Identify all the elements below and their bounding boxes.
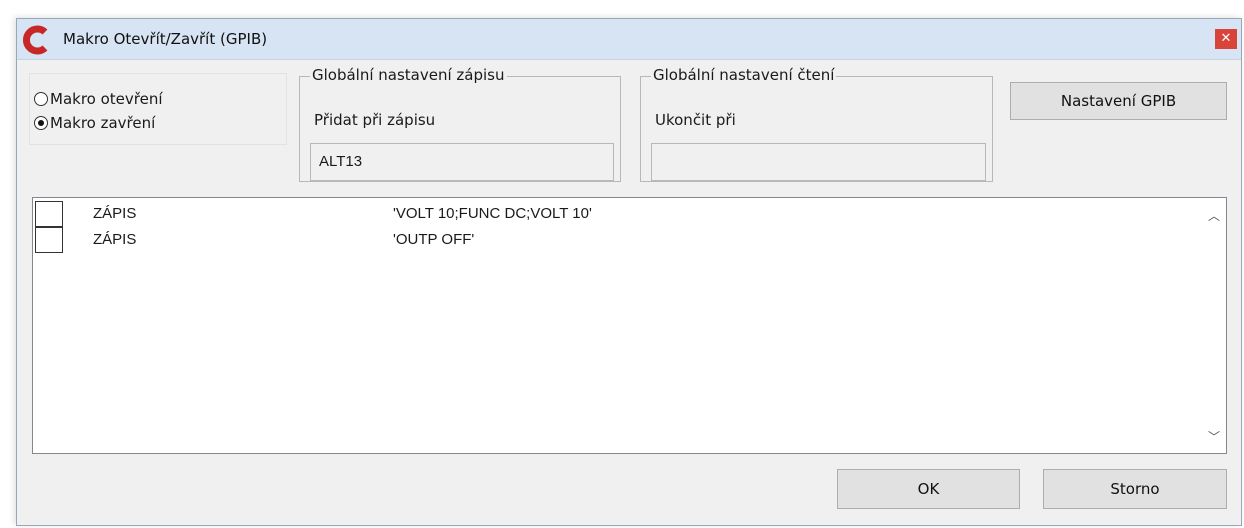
row-command: ZÁPIS (93, 205, 137, 222)
row-value: 'OUTP OFF' (393, 231, 475, 248)
read-terminate-field[interactable] (651, 143, 986, 181)
close-icon[interactable]: ✕ (1215, 29, 1237, 49)
row-checkbox[interactable] (35, 201, 63, 227)
window-title: Makro Otevřít/Zavřít (GPIB) (63, 30, 268, 48)
write-group-legend: Globální nastavení zápisu (310, 66, 507, 84)
scroll-up-icon[interactable]: ︿ (1206, 208, 1222, 224)
radio-label: Makro zavření (50, 114, 156, 132)
title-bar[interactable]: Makro Otevřít/Zavřít (GPIB) ✕ (17, 19, 1241, 60)
app-logo-icon (23, 25, 48, 55)
write-append-field[interactable]: ALT13 (310, 143, 614, 181)
dialog-window: Makro Otevřít/Zavřít (GPIB) ✕ Makro otev… (16, 18, 1242, 526)
list-item[interactable]: ZÁPIS 'VOLT 10;FUNC DC;VOLT 10' (33, 201, 1183, 227)
radio-macro-close[interactable]: Makro zavření (34, 112, 155, 134)
list-item[interactable]: ZÁPIS 'OUTP OFF' (33, 227, 1183, 253)
macro-command-list[interactable]: ZÁPIS 'VOLT 10;FUNC DC;VOLT 10' ZÁPIS 'O… (32, 197, 1227, 454)
write-append-label: Přidat při zápisu (314, 111, 436, 129)
write-settings-group: Globální nastavení zápisu Přidat při záp… (299, 66, 621, 182)
row-checkbox[interactable] (35, 227, 63, 253)
radio-button[interactable] (34, 92, 48, 106)
ok-button[interactable]: OK (837, 469, 1020, 509)
read-terminate-label: Ukončit při (655, 111, 736, 129)
scroll-down-icon[interactable]: ﹀ (1206, 429, 1222, 445)
read-settings-group: Globální nastavení čtení Ukončit při (640, 66, 993, 182)
macro-type-group: Makro otevření Makro zavření (29, 73, 287, 145)
gpib-settings-button[interactable]: Nastavení GPIB (1010, 82, 1227, 120)
radio-button-selected[interactable] (34, 116, 48, 130)
cancel-button[interactable]: Storno (1043, 469, 1227, 509)
radio-label: Makro otevření (50, 90, 163, 108)
radio-macro-open[interactable]: Makro otevření (34, 88, 163, 110)
row-command: ZÁPIS (93, 231, 137, 248)
row-value: 'VOLT 10;FUNC DC;VOLT 10' (393, 205, 592, 222)
read-group-legend: Globální nastavení čtení (651, 66, 837, 84)
